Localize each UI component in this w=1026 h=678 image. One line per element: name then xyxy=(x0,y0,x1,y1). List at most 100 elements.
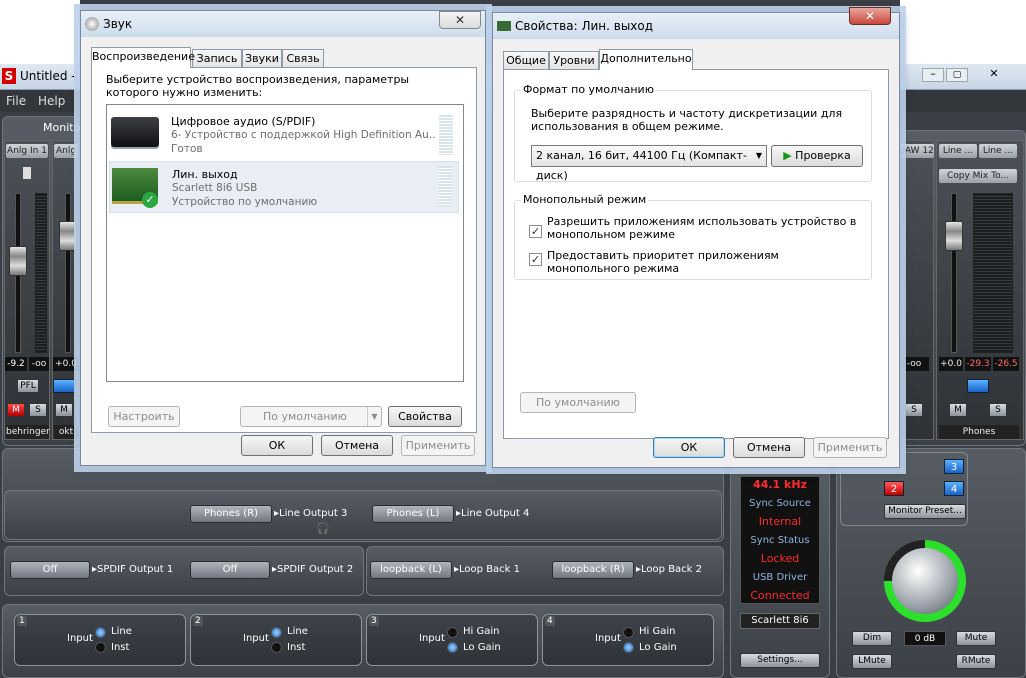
channel-strip-phones: Line ... Line ... Copy Mix To... +0.0 -2… xyxy=(936,140,1024,440)
monitor-button-4[interactable]: 4 xyxy=(944,481,964,496)
dim-button[interactable]: Dim xyxy=(852,631,892,646)
properties-dialog-titlebar: Свойства: Лин. выход xyxy=(493,13,899,39)
pfl-button[interactable]: PFL xyxy=(17,379,39,393)
properties-ok-button[interactable]: ОК xyxy=(653,437,725,458)
sound-close-button[interactable]: ✕ xyxy=(439,11,481,29)
channel-input-label[interactable]: Anlg xyxy=(54,144,78,158)
channel-input-label[interactable]: DAW 12 xyxy=(898,144,934,158)
peak-value: -oo xyxy=(899,357,929,371)
speaker-icon xyxy=(85,17,99,31)
lmute-button[interactable]: LMute xyxy=(852,654,892,669)
exclusive-mode-group: Монопольный режим ✓ Разрешить приложения… xyxy=(514,193,872,280)
channel-name[interactable]: behringer xyxy=(6,425,50,439)
default-format-group: Формат по умолчанию Выберите разрядность… xyxy=(514,83,872,182)
monitor-button-3[interactable]: 3 xyxy=(944,459,964,474)
option-b-label: Lo Gain xyxy=(463,642,501,653)
mute-all-button[interactable]: Mute xyxy=(956,631,996,646)
radio-lo-gain[interactable] xyxy=(447,642,458,653)
route-source-loop1[interactable]: loopback (L) xyxy=(370,561,452,579)
menu-file[interactable]: File xyxy=(6,94,26,108)
device-item-spdif[interactable]: Цифровое аудио (S/PDIF) 6- Устройство с … xyxy=(109,109,459,161)
tab-communications[interactable]: Связь xyxy=(282,49,324,68)
line-input-label-b[interactable]: Line ... xyxy=(979,144,1017,158)
radio-lo-gain[interactable] xyxy=(623,642,634,653)
tab-general[interactable]: Общие xyxy=(503,51,549,70)
properties-button[interactable]: Свойства xyxy=(388,406,462,427)
format-select[interactable]: 2 канал, 16 бит, 44100 Гц (Компакт-диск)… xyxy=(531,145,767,182)
device-level-meter xyxy=(438,166,452,206)
device-item-line-out[interactable]: ✓ Лин. выход Scarlett 8i6 USB Устройство… xyxy=(109,161,459,213)
level-meter xyxy=(35,193,47,353)
link-icon[interactable] xyxy=(53,379,75,393)
volume-fader[interactable] xyxy=(945,221,963,251)
radio-line[interactable] xyxy=(95,627,106,638)
maximize-button[interactable]: ▢ xyxy=(946,68,968,82)
settings-button[interactable]: Settings... xyxy=(740,653,820,668)
solo-button[interactable]: S xyxy=(29,403,47,417)
properties-cancel-button[interactable]: Отмена xyxy=(733,437,805,458)
level-meter xyxy=(973,193,1013,353)
radio-line[interactable] xyxy=(271,627,282,638)
restore-defaults-button[interactable]: По умолчанию xyxy=(520,392,636,413)
tab-advanced[interactable]: Дополнительно xyxy=(599,49,693,70)
input-box-4: 4 Input Hi Gain Lo Gain xyxy=(542,614,714,666)
test-button[interactable]: ▶ Проверка xyxy=(771,145,863,167)
mixer-title: Untitled - S xyxy=(20,69,88,83)
test-button-label: Проверка xyxy=(795,149,851,162)
priority-exclusive-checkbox[interactable]: ✓ xyxy=(529,253,542,266)
route-source-line4[interactable]: Phones (L) xyxy=(372,505,454,523)
route-source-spdif1[interactable]: Off xyxy=(10,561,90,579)
channel-name[interactable]: okt xyxy=(54,425,78,439)
properties-close-button[interactable]: ✕ xyxy=(849,7,891,25)
monitor-volume-knob[interactable] xyxy=(892,548,958,614)
input-number: 3 xyxy=(369,616,379,626)
monitor-preset-button[interactable]: Monitor Preset... xyxy=(884,504,966,519)
device-name[interactable]: Scarlett 8i6 xyxy=(740,613,820,629)
copy-mix-button[interactable]: Copy Mix To... xyxy=(939,169,1017,183)
solo-button[interactable]: S xyxy=(989,403,1007,417)
radio-hi-gain[interactable] xyxy=(623,627,634,638)
monitor-button-2[interactable]: 2 xyxy=(884,481,904,496)
tab-levels[interactable]: Уровни xyxy=(549,51,599,70)
properties-apply-button[interactable]: Применить xyxy=(813,437,887,458)
properties-dialog: Свойства: Лин. выход ✕ Общие Уровни Допо… xyxy=(492,7,900,468)
mixer-close-button[interactable]: ✕ xyxy=(982,68,1006,82)
link-icon[interactable] xyxy=(967,379,989,393)
tab-sounds[interactable]: Звуки xyxy=(242,49,282,68)
route-source-loop2[interactable]: loopback (R) xyxy=(552,561,634,579)
route-target-loop1: ▸Loop Back 1 xyxy=(454,564,521,575)
volume-fader[interactable] xyxy=(59,221,77,251)
line-input-label-a[interactable]: Line ... xyxy=(939,144,977,158)
channel-input-label[interactable]: Anlg In 1 xyxy=(6,144,48,158)
sync-source-value[interactable]: Internal xyxy=(740,515,820,528)
pan-knob-icon[interactable] xyxy=(23,167,31,179)
option-a-label: Line xyxy=(287,626,308,637)
volume-fader[interactable] xyxy=(9,246,27,276)
route-source-spdif2[interactable]: Off xyxy=(190,561,270,579)
mute-button[interactable]: M xyxy=(55,403,73,417)
radio-inst[interactable] xyxy=(95,642,106,653)
tab-playback[interactable]: Воспроизведение xyxy=(91,47,195,68)
input-label: Input xyxy=(419,633,445,644)
chevron-down-icon[interactable]: ▼ xyxy=(367,407,381,426)
route-source-line3[interactable]: Phones (R) xyxy=(190,505,272,523)
channel-name[interactable]: Phones xyxy=(939,425,1019,439)
set-default-button[interactable]: По умолчанию ▼ xyxy=(240,406,382,427)
solo-button[interactable]: S xyxy=(905,403,923,417)
device-name: Лин. выход xyxy=(172,168,238,181)
channel-strip-2: Anlg +0.0 M okt xyxy=(52,140,79,440)
radio-hi-gain[interactable] xyxy=(447,627,458,638)
sound-ok-button[interactable]: ОК xyxy=(241,435,313,456)
tab-recording[interactable]: Запись xyxy=(192,49,242,68)
rmute-button[interactable]: RMute xyxy=(956,654,996,669)
radio-inst[interactable] xyxy=(271,642,282,653)
sound-apply-button[interactable]: Применить xyxy=(401,435,475,456)
mute-button[interactable]: M xyxy=(949,403,967,417)
minimize-button[interactable]: – xyxy=(922,68,944,82)
allow-exclusive-checkbox[interactable]: ✓ xyxy=(529,225,542,238)
menu-help[interactable]: Help xyxy=(38,94,65,108)
sound-cancel-button[interactable]: Отмена xyxy=(321,435,393,456)
configure-button[interactable]: Настроить xyxy=(108,406,180,427)
sample-rate[interactable]: 44.1 kHz xyxy=(740,478,820,491)
mute-button[interactable]: M xyxy=(7,403,25,417)
